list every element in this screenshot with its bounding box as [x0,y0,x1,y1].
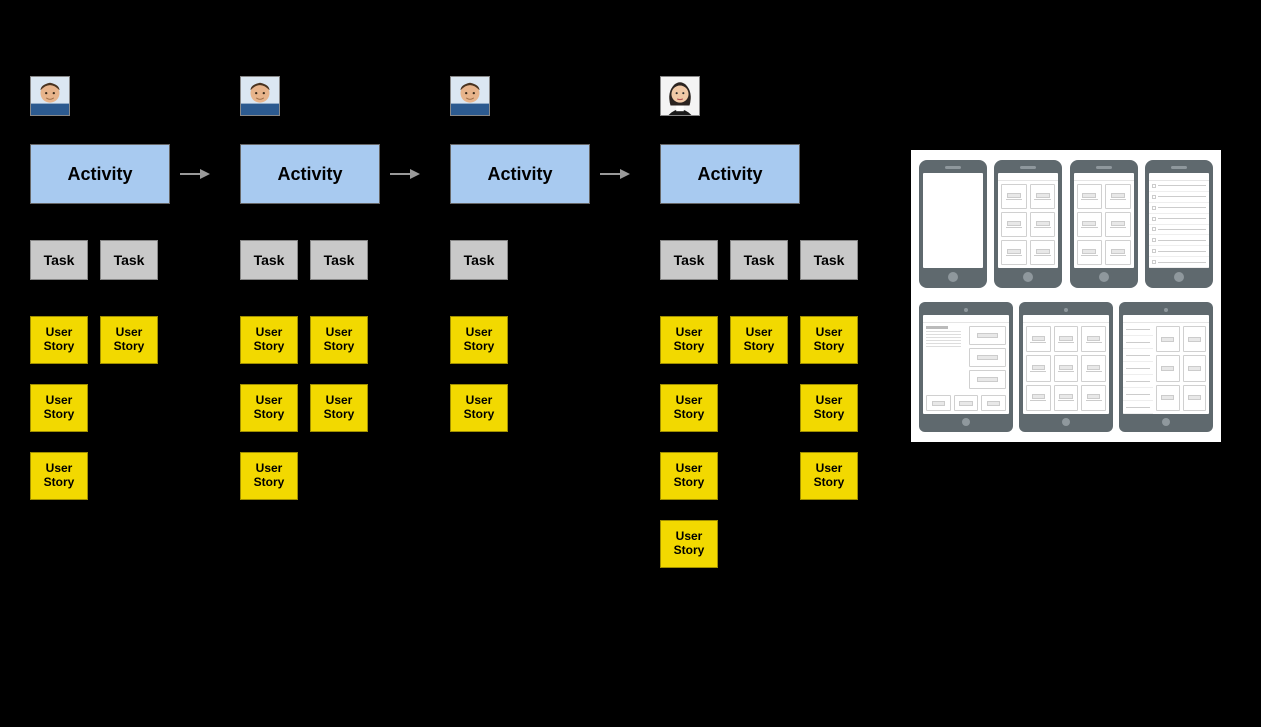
user-story-card: User Story [800,452,858,500]
activity-row: Activity [240,144,430,204]
story-column: User Story User Story [310,316,368,500]
tasks-row: Task Task [240,240,368,280]
tasks-row: Task Task Task [660,240,858,280]
tasks-row: Task [450,240,508,280]
persona-avatar [240,76,280,116]
user-story-card: User Story [800,316,858,364]
stories-block: User Story User Story User Story User St… [30,316,158,500]
user-story-card: User Story [310,316,368,364]
wireframes-row-phones [919,160,1213,288]
wireframes-panel [911,150,1221,442]
task-card: Task [660,240,718,280]
user-story-card: User Story [310,384,368,432]
task-card: Task [100,240,158,280]
activity-row: Activity [30,144,220,204]
phone-mockup [1145,160,1213,288]
user-story-card: User Story [240,384,298,432]
user-story-card: User Story [660,452,718,500]
persona-avatar [450,76,490,116]
story-column: User Story [100,316,158,500]
user-story-card: User Story [240,316,298,364]
stories-block: User Story User Story User Story User St… [660,316,858,568]
story-column: User Story User Story User Story [30,316,88,500]
persona-avatar [30,76,70,116]
task-card: Task [310,240,368,280]
task-card: Task [730,240,788,280]
story-map-column: Activity Task User Story User Story [450,76,640,568]
stories-block: User Story User Story User Story User St… [240,316,368,500]
wireframes-row-tablets [919,302,1213,432]
tablet-mockup [1119,302,1213,432]
phone-mockup [994,160,1062,288]
arrow-right-icon [380,164,430,184]
user-story-card: User Story [450,384,508,432]
user-story-card: User Story [30,316,88,364]
story-column: User Story User Story User Story User St… [660,316,718,568]
task-card: Task [240,240,298,280]
task-card: Task [30,240,88,280]
activity-row: Activity [660,144,800,204]
story-map: Activity Task Task User Story User Story… [30,76,858,568]
user-story-card: User Story [30,384,88,432]
activity-card: Activity [660,144,800,204]
tablet-mockup [1019,302,1113,432]
activity-card: Activity [240,144,380,204]
tablet-mockup [919,302,1013,432]
activity-card: Activity [30,144,170,204]
activity-row: Activity [450,144,640,204]
story-column: User Story User Story [450,316,508,432]
task-card: Task [450,240,508,280]
user-story-card: User Story [450,316,508,364]
user-story-card: User Story [660,316,718,364]
user-story-card: User Story [660,384,718,432]
story-column: User Story [730,316,788,568]
tasks-row: Task Task [30,240,158,280]
user-story-card: User Story [240,452,298,500]
arrow-right-icon [170,164,220,184]
user-story-card: User Story [660,520,718,568]
arrow-right-icon [590,164,640,184]
user-story-card: User Story [30,452,88,500]
user-story-card: User Story [800,384,858,432]
story-map-column: Activity Task Task Task User Story User … [660,76,858,568]
phone-mockup [1070,160,1138,288]
story-column: User Story User Story User Story [240,316,298,500]
task-card: Task [800,240,858,280]
user-story-card: User Story [730,316,788,364]
story-map-column: Activity Task Task User Story User Story… [240,76,430,568]
story-map-column: Activity Task Task User Story User Story… [30,76,220,568]
user-story-card: User Story [100,316,158,364]
story-column: User Story User Story User Story [800,316,858,568]
activity-card: Activity [450,144,590,204]
stories-block: User Story User Story [450,316,508,432]
persona-avatar [660,76,700,116]
phone-mockup [919,160,987,288]
